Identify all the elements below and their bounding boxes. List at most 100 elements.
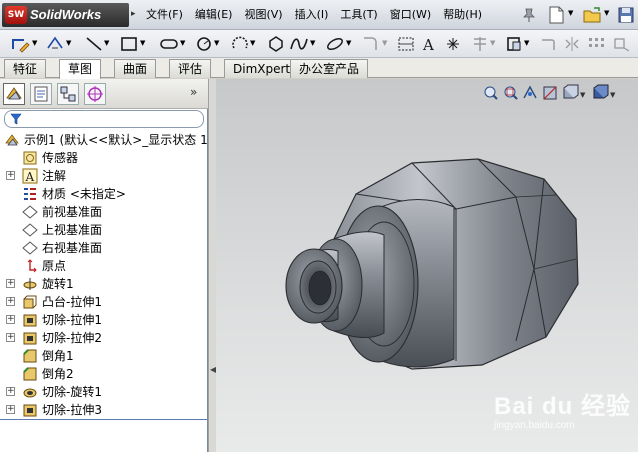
dimxpert-manager-tab[interactable] bbox=[84, 83, 106, 105]
trim-entities-icon[interactable] bbox=[470, 34, 490, 54]
tree-item-label: 右视基准面 bbox=[42, 241, 103, 255]
panel-expand-icon[interactable]: » bbox=[190, 85, 197, 99]
new-document-icon[interactable] bbox=[546, 5, 568, 25]
expand-icon[interactable]: + bbox=[6, 387, 15, 396]
tree-item-origin[interactable]: 原点 bbox=[0, 257, 207, 275]
tab-features[interactable]: 特征 bbox=[4, 59, 47, 78]
smart-dimension-icon[interactable] bbox=[44, 34, 66, 54]
arc-icon[interactable] bbox=[230, 34, 250, 54]
text-icon[interactable]: A bbox=[420, 34, 440, 54]
circle-icon[interactable] bbox=[194, 34, 214, 54]
baidu-jingyan-watermark: Bai du 经验 jingyan.baidu.com bbox=[494, 392, 634, 438]
menu-help[interactable]: 帮助(H) bbox=[437, 0, 488, 30]
polygon-icon[interactable] bbox=[266, 34, 286, 54]
mirror-entities-icon[interactable] bbox=[562, 34, 582, 54]
menu-window[interactable]: 窗口(W) bbox=[384, 0, 437, 30]
feature-manager-panel: » 示例1 (默认<<默认>_显示状态 1>) 传感器 + A 注解 材质 <未… bbox=[0, 79, 208, 452]
plane-icon bbox=[22, 241, 38, 255]
open-dropdown-icon[interactable]: ▼ bbox=[604, 9, 609, 29]
tree-item-revolve1[interactable]: + 旋转1 bbox=[0, 275, 207, 293]
point-icon[interactable] bbox=[444, 34, 462, 54]
tree-item-right-plane[interactable]: 右视基准面 bbox=[0, 239, 207, 257]
offset-entities-icon[interactable] bbox=[538, 34, 558, 54]
annotation-icon: A bbox=[22, 168, 38, 184]
fillet-dropdown-icon[interactable]: ▼ bbox=[382, 39, 387, 59]
sw-logo-icon: SW bbox=[5, 6, 27, 24]
slot-dropdown-icon[interactable]: ▼ bbox=[180, 39, 185, 59]
slot-icon[interactable] bbox=[158, 34, 180, 54]
spline-icon[interactable] bbox=[288, 34, 310, 54]
tab-evaluate[interactable]: 评估 bbox=[169, 59, 212, 78]
sketch-dropdown-icon[interactable]: ▼ bbox=[32, 39, 37, 59]
tree-item-boss-extrude1[interactable]: + 凸台-拉伸1 bbox=[0, 293, 207, 311]
sketch-icon[interactable] bbox=[10, 34, 32, 54]
tree-item-cut-revolve1[interactable]: + 切除-旋转1 bbox=[0, 383, 207, 401]
expand-icon[interactable]: + bbox=[6, 405, 15, 414]
configuration-manager-tab[interactable] bbox=[57, 83, 79, 105]
property-manager-tab[interactable] bbox=[30, 83, 52, 105]
dimxpert-icon bbox=[87, 86, 103, 102]
tree-item-chamfer2[interactable]: 倒角2 bbox=[0, 365, 207, 383]
menu-view[interactable]: 视图(V) bbox=[238, 0, 288, 30]
tree-item-top-plane[interactable]: 上视基准面 bbox=[0, 221, 207, 239]
line-dropdown-icon[interactable]: ▼ bbox=[104, 39, 109, 59]
tab-dimxpert[interactable]: DimXpert bbox=[224, 59, 300, 78]
expand-icon[interactable]: + bbox=[6, 171, 15, 180]
arc-dropdown-icon[interactable]: ▼ bbox=[250, 39, 255, 59]
open-folder-icon[interactable] bbox=[582, 5, 604, 25]
trim-dropdown-icon[interactable]: ▼ bbox=[490, 39, 495, 59]
revolve-icon bbox=[23, 278, 37, 290]
plane-icon[interactable] bbox=[396, 34, 416, 54]
expand-icon[interactable]: + bbox=[6, 333, 15, 342]
watermark-url: jingyan.baidu.com bbox=[494, 420, 575, 431]
expand-icon[interactable]: + bbox=[6, 297, 15, 306]
ellipse-icon[interactable] bbox=[324, 34, 346, 54]
tree-item-cut-extrude3[interactable]: + 切除-拉伸3 bbox=[0, 401, 207, 419]
ellipse-dropdown-icon[interactable]: ▼ bbox=[346, 39, 351, 59]
tree-item-front-plane[interactable]: 前视基准面 bbox=[0, 203, 207, 221]
logo-menu-arrow-icon[interactable]: ▸ bbox=[131, 4, 139, 24]
property-icon bbox=[34, 86, 48, 102]
convert-entities-icon[interactable] bbox=[504, 34, 524, 54]
move-entities-icon[interactable] bbox=[612, 34, 632, 54]
panel-splitter[interactable]: ◀ bbox=[208, 79, 216, 452]
tab-sketch[interactable]: 草图 bbox=[59, 59, 102, 79]
linear-pattern-icon[interactable] bbox=[586, 34, 606, 54]
menu-insert[interactable]: 插入(I) bbox=[289, 0, 335, 30]
rectangle-icon[interactable] bbox=[118, 34, 140, 54]
line-icon[interactable] bbox=[84, 34, 104, 54]
tree-item-sensors[interactable]: 传感器 bbox=[0, 149, 207, 167]
pipe-end bbox=[285, 248, 343, 324]
save-icon[interactable] bbox=[616, 5, 636, 25]
tree-item-material[interactable]: 材质 <未指定> bbox=[0, 185, 207, 203]
tree-item-label: 材质 <未指定> bbox=[42, 187, 126, 201]
expand-icon[interactable]: + bbox=[6, 315, 15, 324]
feature-manager-tab[interactable] bbox=[3, 83, 25, 105]
rectangle-dropdown-icon[interactable]: ▼ bbox=[140, 39, 145, 59]
tree-item-cut-extrude1[interactable]: + 切除-拉伸1 bbox=[0, 311, 207, 329]
convert-dropdown-icon[interactable]: ▼ bbox=[524, 39, 529, 59]
solidworks-logo[interactable]: SW SolidWorks bbox=[2, 3, 129, 27]
feature-filter-input[interactable] bbox=[4, 110, 204, 128]
menu-file[interactable]: 文件(F) bbox=[140, 0, 189, 30]
tree-item-label: 传感器 bbox=[42, 151, 79, 165]
spline-dropdown-icon[interactable]: ▼ bbox=[310, 39, 315, 59]
tree-root[interactable]: 示例1 (默认<<默认>_显示状态 1>) bbox=[0, 131, 207, 149]
new-dropdown-icon[interactable]: ▼ bbox=[568, 9, 573, 29]
pin-icon[interactable] bbox=[522, 7, 536, 23]
tree-item-annotations[interactable]: + A 注解 bbox=[0, 167, 207, 185]
tab-surfaces[interactable]: 曲面 bbox=[114, 59, 157, 78]
sketch-command-toolbar: ▼ ▼ ▼ ▼ ▼ ▼ ▼ ▼ ▼ ▼ A ▼ ▼ bbox=[0, 30, 638, 58]
dimension-dropdown-icon[interactable]: ▼ bbox=[66, 39, 71, 59]
tab-office-products[interactable]: 办公室产品 bbox=[290, 59, 369, 78]
menu-tools[interactable]: 工具(T) bbox=[334, 0, 383, 30]
rollback-bar[interactable] bbox=[0, 419, 207, 420]
fillet-icon[interactable] bbox=[360, 34, 382, 54]
circle-dropdown-icon[interactable]: ▼ bbox=[214, 39, 219, 59]
expand-icon[interactable]: + bbox=[6, 279, 15, 288]
app-name: SolidWorks bbox=[30, 7, 102, 22]
menu-edit[interactable]: 编辑(E) bbox=[189, 0, 239, 30]
tree-item-chamfer1[interactable]: 倒角1 bbox=[0, 347, 207, 365]
tree-item-cut-extrude2[interactable]: + 切除-拉伸2 bbox=[0, 329, 207, 347]
chamfer-icon bbox=[23, 349, 37, 363]
